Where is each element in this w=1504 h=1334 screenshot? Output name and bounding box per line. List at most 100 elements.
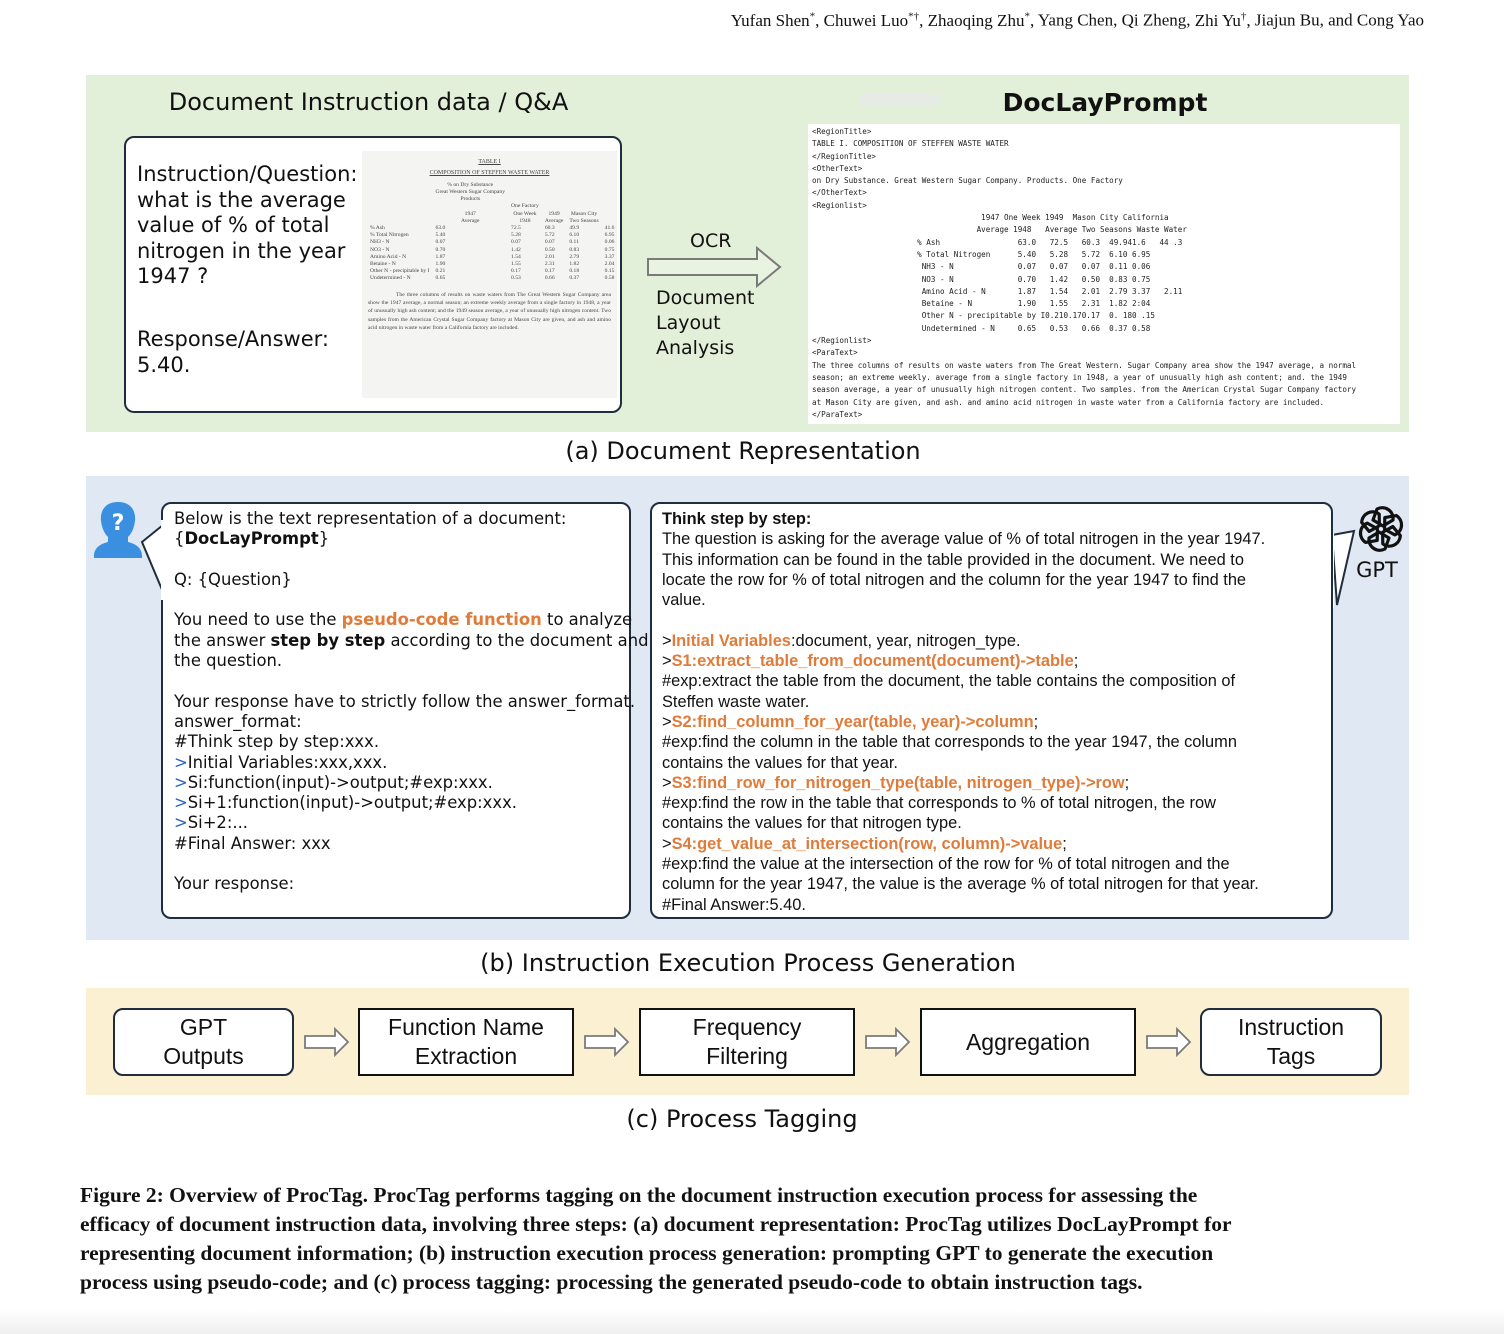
scan-table-cell: 1.55	[511, 261, 521, 268]
scan-header-row: One Factory	[367, 203, 617, 210]
step-by-step-highlight: step by step	[270, 630, 386, 650]
step-label: Extraction	[414, 1043, 518, 1069]
right-arrow-icon	[647, 245, 782, 289]
gt-symbol: >	[662, 631, 672, 650]
gt-symbol: >	[662, 773, 672, 792]
scan-header-cell: One Week	[513, 210, 537, 217]
scan-table-cell: 0.07	[511, 239, 521, 246]
text: according to the document and	[385, 630, 649, 650]
prompt-line: the answer step by step according to the…	[174, 630, 648, 651]
scan-table-cell: 0.50	[544, 246, 555, 253]
scan-table: % on Dry Substance Great Western Sugar Co…	[367, 182, 617, 283]
scan-header-cell	[602, 218, 617, 225]
response-line: The question is asking for the average v…	[662, 530, 1266, 549]
prompt-line: #Think step by step:xxx.	[174, 732, 380, 752]
step-line-s2: >S2:find_column_for_year(table, year)->c…	[662, 712, 1330, 732]
response-heading: Think step by step:	[662, 510, 812, 528]
response-line: contains the values for that nitrogen ty…	[662, 814, 962, 833]
scan-header-cell: 1947	[464, 210, 476, 217]
step-line-s3: >S3:find_row_for_nitrogen_type(table, ni…	[662, 773, 1330, 793]
gt-symbol: >	[662, 652, 672, 671]
scan-table-cell: 0.53	[511, 275, 521, 282]
scan-table-cell: 6.95	[604, 232, 615, 239]
text: Si:function(input)->output;#exp:xxx.	[187, 772, 493, 792]
answer-block: Response/Answer: 5.40.	[137, 327, 367, 378]
scan-table-cell: 1.87	[435, 253, 446, 260]
scan-table-cell: 0.11	[569, 239, 579, 246]
author: Yang Chen	[1037, 10, 1114, 30]
doclayprompt-line: <RegionTitle>	[812, 127, 872, 136]
scan-table-cell: NH3 - N	[370, 239, 390, 246]
scan-header-cell	[566, 182, 601, 189]
subfigure-caption-a: (a) Document Representation	[565, 437, 921, 465]
initial-variables-label: Initial Variables	[671, 631, 791, 650]
scan-header-row: Great Western Sugar Company	[367, 189, 617, 196]
response-line: This information can be found in the tab…	[662, 550, 1244, 569]
function-call-s1: S1:extract_table_from_document(document)…	[671, 652, 1074, 671]
scan-header-cell	[367, 189, 433, 196]
prompt-line: >Initial Variables:xxx,xxx.	[174, 753, 629, 773]
brace: {	[174, 529, 185, 549]
doclayprompt-line: Amino Acid - N 1.87 1.54 2.01 2.79 3.37 …	[812, 286, 1183, 296]
doclayprompt-line: % Total Nitrogen 5.40 5.28 5.72 6.10 6.9…	[812, 249, 1151, 259]
author: Yufan Shen*,	[730, 10, 824, 30]
caption-line: representing document information; (b) i…	[80, 1241, 1214, 1265]
prompt-line: >Si+2:...	[174, 813, 629, 833]
scan-table-cell: 0.21	[435, 268, 446, 275]
gt-symbol: >	[174, 752, 188, 772]
response-line: #exp:find the value at the intersection …	[662, 855, 1230, 874]
caption-line: efficacy of document instruction data, i…	[80, 1212, 1232, 1236]
scan-header-cell	[602, 189, 617, 196]
scan-table-row: % Total Nitrogen 5.40 5.28 5.72 6.10 6.95	[367, 232, 617, 239]
caption-line: process using pseudo-code; and (c) proce…	[80, 1270, 1143, 1294]
doclayprompt-line: Other N - precipitable by I0.210.170.17 …	[812, 311, 1155, 321]
doclayprompt-line: % Ash 63.0 72.5 60.3 49.941.6 44 .3	[812, 237, 1183, 247]
scan-header-cell	[367, 211, 433, 218]
doclayprompt-line: The three columns of results on waste wa…	[812, 360, 1357, 370]
scan-header-cell: Mason City	[570, 210, 598, 217]
figure-caption: Figure 2: Overview of ProcTag. ProcTag p…	[80, 1181, 1426, 1297]
step-label: Outputs	[163, 1043, 244, 1069]
step-label: Instruction	[1237, 1014, 1345, 1040]
scan-table-cell: Undetermined - N	[370, 275, 411, 282]
doclayprompt-line: <ParaText>	[812, 348, 858, 358]
scan-table-row: Undetermined - N 0.65 0.53 0.66 0.37 0.58	[367, 275, 617, 282]
scan-header-cell: Great Western Sugar Company	[435, 189, 506, 196]
scan-table-cell: 2.01	[544, 253, 555, 260]
function-call-s4: S4:get_value_at_intersection(row, column…	[671, 834, 1063, 853]
scan-table-cell: 5.28	[511, 232, 521, 239]
text: to analyze	[541, 610, 633, 630]
doclayprompt-line: season average, a year of unusually high…	[812, 385, 1357, 395]
step-label: Tags	[1266, 1043, 1316, 1069]
scan-paragraph: The three columns of results on waste wa…	[368, 291, 611, 331]
subfigure-caption-b: (b) Instruction Execution Process Genera…	[480, 949, 1016, 977]
gpt-response-text: Think step by step: The question is aski…	[662, 509, 1330, 915]
scan-header-cell: One Factory	[511, 203, 539, 210]
scan-table-cell: 41.6	[604, 225, 615, 232]
scan-table-cell: NO3 - N	[370, 246, 390, 253]
doclayprompt-line: 1947 One Week 1949 Mason City California	[812, 213, 1169, 223]
scan-header-cell	[542, 189, 567, 196]
scan-table-cell: 0.17	[511, 268, 521, 275]
gpt-label: GPT	[1356, 558, 1398, 582]
scan-table-cell: 5.40	[435, 232, 446, 239]
step-line-s1: >S1:extract_table_from_document(document…	[662, 651, 1330, 671]
text: Si+2:...	[187, 813, 249, 833]
author: Jiajun Bu	[1254, 10, 1320, 30]
scan-table-cell: % Ash	[370, 225, 385, 232]
user-question-icon: ?	[94, 502, 142, 558]
scan-header-cell	[566, 203, 601, 210]
scan-table-cell: 0.06	[604, 239, 615, 246]
scan-header-cell: 1949	[548, 210, 560, 217]
scan-table-row: Other N - precipitable by I 0.21 0.17 0.17 0…	[367, 268, 617, 275]
scanned-document-image: TABLE I COMPOSITION OF STEFFEN WASTE WAT…	[362, 151, 617, 398]
scan-header-cell	[433, 203, 509, 210]
right-arrow-icon	[584, 1027, 630, 1057]
subfigure-caption-c: (c) Process Tagging	[626, 1105, 858, 1133]
text: ;	[1124, 773, 1130, 792]
response-line: #exp:find the column in the table that c…	[662, 733, 1237, 752]
prompt-line: >Si:function(input)->output;#exp:xxx.	[174, 773, 629, 793]
scan-table-cell: 0.18	[569, 268, 580, 275]
scan-table-cell: 3.37	[604, 253, 615, 260]
scan-table-cell: Amino Acid - N	[370, 253, 407, 260]
